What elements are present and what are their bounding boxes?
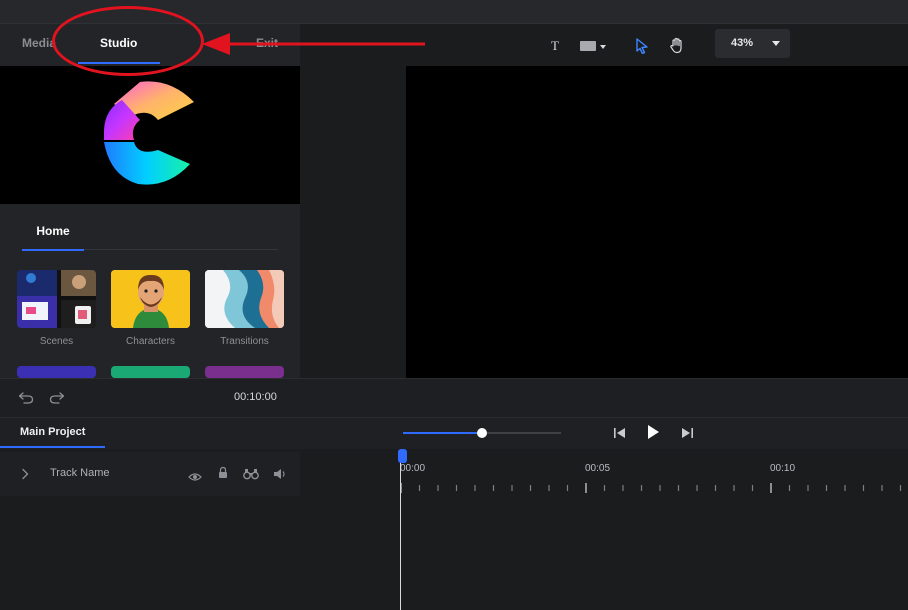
chevron-down-icon xyxy=(772,41,780,46)
playhead-line xyxy=(400,460,401,610)
library-thumbnail[interactable] xyxy=(111,366,190,378)
timeline-ruler[interactable] xyxy=(400,449,908,499)
ruler-label: 00:00 xyxy=(400,463,426,474)
text-tool-icon[interactable]: T xyxy=(551,38,559,54)
scenes-thumbnail[interactable] xyxy=(17,270,96,328)
annotation-circle xyxy=(52,6,204,76)
playhead-handle[interactable] xyxy=(398,449,407,463)
shape-tool-icon[interactable] xyxy=(580,40,608,55)
preview-stage[interactable] xyxy=(406,66,908,378)
scrubber-handle[interactable] xyxy=(477,428,487,438)
scenes-preview-image xyxy=(17,270,96,328)
track-name: Track Name xyxy=(50,467,110,479)
left-panel: Media Studio Exit xyxy=(0,24,300,378)
characters-label: Characters xyxy=(126,336,175,347)
transitions-label: Transitions xyxy=(220,336,269,347)
skip-back-icon[interactable] xyxy=(613,426,627,444)
tab-home[interactable]: Home xyxy=(22,224,84,250)
library-thumbnail[interactable] xyxy=(17,366,96,378)
annotation-arrow-icon xyxy=(202,33,425,55)
characters-preview-image xyxy=(111,270,190,328)
control-bar xyxy=(0,378,908,417)
zoom-dropdown[interactable]: 43% xyxy=(715,29,790,58)
transitions-thumbnail[interactable] xyxy=(205,270,284,328)
play-icon[interactable] xyxy=(646,424,660,445)
eye-icon[interactable] xyxy=(188,469,202,487)
scenes-label: Scenes xyxy=(39,336,74,347)
undo-icon[interactable] xyxy=(18,390,34,409)
tab-home-underline xyxy=(22,249,84,251)
redo-icon[interactable] xyxy=(49,390,65,409)
ruler-label: 00:10 xyxy=(770,463,796,474)
lock-icon[interactable] xyxy=(217,466,229,484)
volume-icon[interactable] xyxy=(273,467,287,485)
tab-media[interactable]: Media xyxy=(22,36,56,50)
hand-tool-icon[interactable] xyxy=(670,37,684,57)
brand-logo-icon xyxy=(104,81,194,185)
binoculars-icon[interactable] xyxy=(243,467,259,485)
scrubber-progress xyxy=(403,432,482,434)
zoom-value: 43% xyxy=(731,37,754,49)
characters-thumbnail[interactable] xyxy=(111,270,190,328)
library-thumbnail[interactable] xyxy=(205,366,284,378)
skip-forward-icon[interactable] xyxy=(680,426,694,444)
transitions-preview-image xyxy=(205,270,284,328)
ruler-label: 00:05 xyxy=(585,463,611,474)
chevron-right-icon[interactable] xyxy=(20,467,30,485)
tab-main-project-underline xyxy=(0,446,105,448)
total-duration: 00:10:00 xyxy=(234,391,277,403)
tab-main-project[interactable]: Main Project xyxy=(20,426,85,438)
brand-banner xyxy=(0,66,300,204)
select-tool-icon[interactable] xyxy=(635,38,649,57)
